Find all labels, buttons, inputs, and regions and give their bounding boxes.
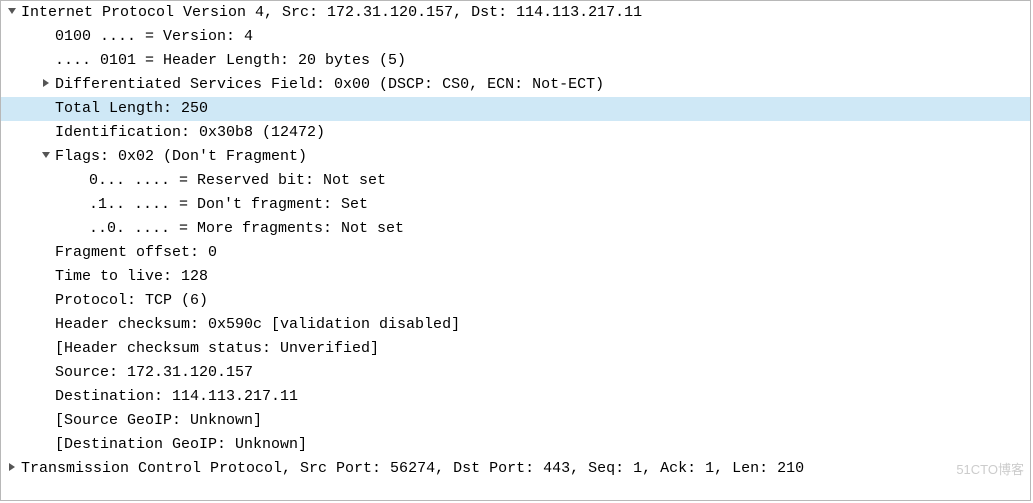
more-fragments-row[interactable]: ..0. .... = More fragments: Not set [1, 217, 1030, 241]
ip-version-row[interactable]: 0100 .... = Version: 4 [1, 25, 1030, 49]
row-text: Destination: 114.113.217.11 [1, 385, 298, 409]
packet-details-tree[interactable]: Internet Protocol Version 4, Src: 172.31… [1, 1, 1030, 481]
row-text: Internet Protocol Version 4, Src: 172.31… [1, 1, 642, 25]
fragment-offset-row[interactable]: Fragment offset: 0 [1, 241, 1030, 265]
identification-row[interactable]: Identification: 0x30b8 (12472) [1, 121, 1030, 145]
expand-collapse-right-icon[interactable] [5, 457, 19, 481]
row-text: 0... .... = Reserved bit: Not set [1, 169, 386, 193]
checksum-status-row[interactable]: [Header checksum status: Unverified] [1, 337, 1030, 361]
reserved-bit-row[interactable]: 0... .... = Reserved bit: Not set [1, 169, 1030, 193]
row-text: [Source GeoIP: Unknown] [1, 409, 262, 433]
row-text: .... 0101 = Header Length: 20 bytes (5) [1, 49, 406, 73]
destination-addr-row[interactable]: Destination: 114.113.217.11 [1, 385, 1030, 409]
checksum-row[interactable]: Header checksum: 0x590c [validation disa… [1, 313, 1030, 337]
row-text: Protocol: TCP (6) [1, 289, 208, 313]
ttl-row[interactable]: Time to live: 128 [1, 265, 1030, 289]
row-text: Identification: 0x30b8 (12472) [1, 121, 325, 145]
dont-fragment-row[interactable]: .1.. .... = Don't fragment: Set [1, 193, 1030, 217]
expand-collapse-down-icon[interactable] [39, 145, 53, 169]
packet-details-panel: Internet Protocol Version 4, Src: 172.31… [0, 0, 1031, 501]
protocol-row[interactable]: Protocol: TCP (6) [1, 289, 1030, 313]
row-text: Transmission Control Protocol, Src Port:… [1, 457, 804, 481]
row-text: Fragment offset: 0 [1, 241, 217, 265]
ip-header-length-row[interactable]: .... 0101 = Header Length: 20 bytes (5) [1, 49, 1030, 73]
row-text: Differentiated Services Field: 0x00 (DSC… [1, 73, 604, 97]
flags-row[interactable]: Flags: 0x02 (Don't Fragment) [1, 145, 1030, 169]
row-text: Total Length: 250 [1, 97, 208, 121]
row-text: 0100 .... = Version: 4 [1, 25, 253, 49]
row-text: .1.. .... = Don't fragment: Set [1, 193, 368, 217]
row-text: [Header checksum status: Unverified] [1, 337, 379, 361]
ipv4-header-row[interactable]: Internet Protocol Version 4, Src: 172.31… [1, 1, 1030, 25]
dsf-row[interactable]: Differentiated Services Field: 0x00 (DSC… [1, 73, 1030, 97]
row-text: Header checksum: 0x590c [validation disa… [1, 313, 460, 337]
tcp-header-row[interactable]: Transmission Control Protocol, Src Port:… [1, 457, 1030, 481]
destination-geoip-row[interactable]: [Destination GeoIP: Unknown] [1, 433, 1030, 457]
source-geoip-row[interactable]: [Source GeoIP: Unknown] [1, 409, 1030, 433]
row-text: Time to live: 128 [1, 265, 208, 289]
expand-collapse-down-icon[interactable] [5, 1, 19, 25]
row-text: [Destination GeoIP: Unknown] [1, 433, 307, 457]
row-text: Source: 172.31.120.157 [1, 361, 253, 385]
row-text: ..0. .... = More fragments: Not set [1, 217, 404, 241]
source-addr-row[interactable]: Source: 172.31.120.157 [1, 361, 1030, 385]
total-length-row[interactable]: Total Length: 250 [1, 97, 1030, 121]
expand-collapse-right-icon[interactable] [39, 73, 53, 97]
